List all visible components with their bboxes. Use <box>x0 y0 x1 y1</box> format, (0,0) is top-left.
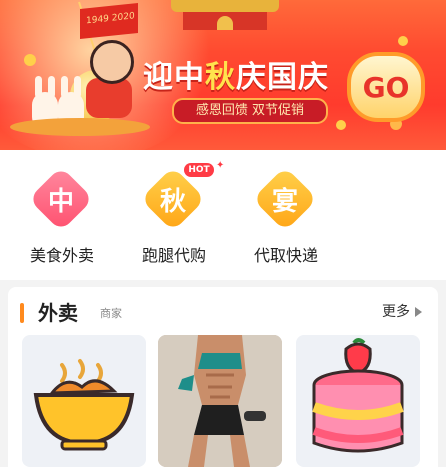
cake-icon <box>312 338 404 453</box>
national-flag: 1949 2020 <box>80 2 138 40</box>
service-label: 跑腿代购 <box>141 246 206 265</box>
merchant-tile-cake[interactable] <box>296 335 420 467</box>
more-link[interactable]: 更多 <box>382 301 422 321</box>
section-subtitle: 商家 <box>100 307 122 320</box>
food-delivery-icon: 中 <box>28 166 94 232</box>
section-title: 外卖 <box>38 301 78 325</box>
service-label: 美食外卖 <box>29 246 94 265</box>
merchant-tile-food[interactable] <box>22 335 146 467</box>
child-head-illustration <box>90 40 134 84</box>
cloud-platform <box>10 118 150 136</box>
chevron-right-icon <box>415 307 422 317</box>
merchant-tile-fitness[interactable] <box>158 335 282 467</box>
go-button[interactable]: GO <box>347 52 425 122</box>
flag-year-text: 1949 2020 <box>86 11 135 27</box>
banner-slogan: 迎中秋庆国庆 <box>143 60 329 95</box>
lantern-icon <box>398 36 408 46</box>
errand-icon: 秋 <box>140 166 206 232</box>
service-parcel-pickup[interactable]: 宴 代取快递 <box>236 166 346 278</box>
hot-badge: HOT <box>184 163 214 177</box>
service-food-delivery[interactable]: 中 美食外卖 <box>12 166 122 278</box>
service-errand[interactable]: 秋 HOT ✦ 跑腿代购 <box>124 160 234 278</box>
promo-banner[interactable]: 1949 2020 迎中秋庆国庆 感恩回馈 双节促销 GO <box>0 0 446 150</box>
parcel-pickup-icon: 宴 <box>252 166 318 232</box>
tiananmen-gate-illustration <box>165 0 285 34</box>
section-accent-bar <box>20 303 24 323</box>
takeout-section: 外卖 商家 更多 <box>8 287 438 467</box>
bowl-icon <box>33 359 135 451</box>
banner-subtitle: 感恩回馈 双节促销 <box>172 98 328 124</box>
coin-icon <box>336 120 346 130</box>
service-label: 代取快递 <box>253 246 318 265</box>
fitness-photo <box>158 335 282 467</box>
lantern-icon <box>24 54 36 66</box>
sparkle-icon: ✦ <box>216 160 225 171</box>
child-body-illustration <box>86 78 132 118</box>
